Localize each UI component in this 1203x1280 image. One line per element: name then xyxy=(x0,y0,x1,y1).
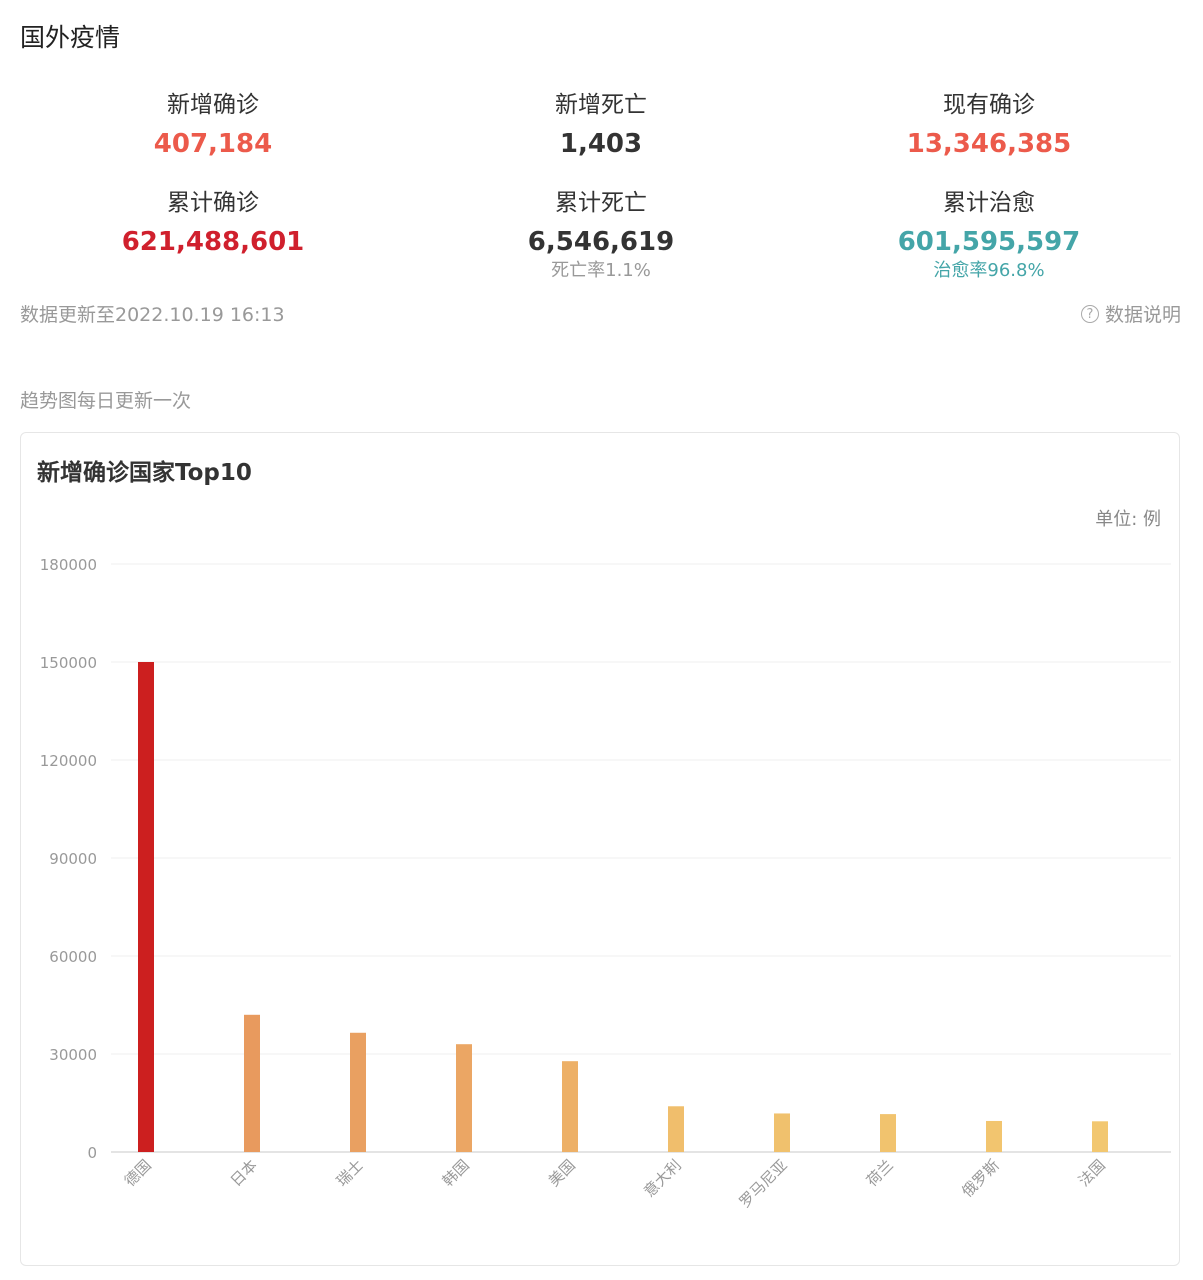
x-tick-label: 俄罗斯 xyxy=(958,1156,1003,1201)
stat-new-deaths: 新增死亡 1,403 xyxy=(451,90,751,162)
bar[interactable] xyxy=(350,1032,366,1152)
x-tick-label: 瑞士 xyxy=(333,1156,367,1190)
y-tick-label: 0 xyxy=(87,1144,97,1162)
bar[interactable] xyxy=(986,1120,1002,1152)
y-tick-label: 90000 xyxy=(49,850,97,868)
data-note-label: 数据说明 xyxy=(1104,304,1181,326)
x-tick-label: 德国 xyxy=(121,1156,155,1190)
bar[interactable] xyxy=(668,1106,684,1152)
bar[interactable] xyxy=(562,1061,578,1152)
bar[interactable] xyxy=(774,1113,790,1152)
bar[interactable] xyxy=(880,1114,896,1152)
y-tick-label: 150000 xyxy=(40,654,97,672)
chart-card: 新增确诊国家Top10 单位: 例 0 30000 60000 90000 120000… xyxy=(20,432,1180,1266)
x-tick-label: 荷兰 xyxy=(863,1156,897,1190)
stat-value: 13,346,385 xyxy=(906,129,1072,159)
stat-label: 现有确诊 xyxy=(943,92,1035,118)
bar-chart: 0 30000 60000 90000 120000 150000 180000 德国 日本 瑞士… xyxy=(40,556,1171,1211)
y-tick-label: 180000 xyxy=(40,556,97,574)
question-circle-icon: ? xyxy=(1080,304,1099,323)
update-time: 数据更新至2022.10.19 16:13 xyxy=(20,304,285,326)
stat-value: 407,184 xyxy=(153,129,273,159)
stat-value: 1,403 xyxy=(559,129,643,159)
stat-total-deaths: 累计死亡 6,546,619 死亡率1.1% xyxy=(451,188,751,282)
stat-label: 新增死亡 xyxy=(555,92,647,118)
x-tick-label: 美国 xyxy=(545,1156,579,1190)
recovery-rate: 治愈率96.8% xyxy=(933,260,1045,281)
y-tick-label: 120000 xyxy=(40,752,97,770)
stat-new-confirmed: 新增确诊 407,184 xyxy=(63,90,363,162)
stat-value: 6,546,619 xyxy=(527,227,675,257)
death-rate: 死亡率1.1% xyxy=(551,260,651,281)
stat-value: 621,488,601 xyxy=(121,227,305,257)
stat-total-confirmed: 累计确诊 621,488,601 xyxy=(63,188,363,260)
data-note-link[interactable]: ? 数据说明 xyxy=(1080,300,1181,327)
stat-total-recovered: 累计治愈 601,595,597 治愈率96.8% xyxy=(839,188,1139,282)
trend-note: 趋势图每日更新一次 xyxy=(20,390,192,412)
bar[interactable] xyxy=(1092,1121,1108,1152)
x-tick-label: 法国 xyxy=(1075,1156,1109,1190)
y-tick-label: 60000 xyxy=(49,948,97,966)
stat-label: 累计治愈 xyxy=(943,190,1035,216)
bar[interactable] xyxy=(244,1014,260,1152)
x-tick-label: 韩国 xyxy=(439,1156,473,1190)
bar[interactable] xyxy=(456,1044,472,1152)
stat-value: 601,595,597 xyxy=(897,227,1081,257)
stat-current-confirmed: 现有确诊 13,346,385 xyxy=(839,90,1139,162)
x-tick-label: 意大利 xyxy=(640,1156,685,1201)
y-tick-label: 30000 xyxy=(49,1046,97,1064)
x-tick-label: 罗马尼亚 xyxy=(736,1156,791,1211)
x-tick-label: 日本 xyxy=(227,1156,261,1190)
section-title: 国外疫情 xyxy=(20,23,121,52)
stat-label: 累计确诊 xyxy=(167,190,259,216)
bar[interactable] xyxy=(138,662,154,1152)
stat-label: 新增确诊 xyxy=(167,92,259,118)
stat-label: 累计死亡 xyxy=(555,190,647,216)
